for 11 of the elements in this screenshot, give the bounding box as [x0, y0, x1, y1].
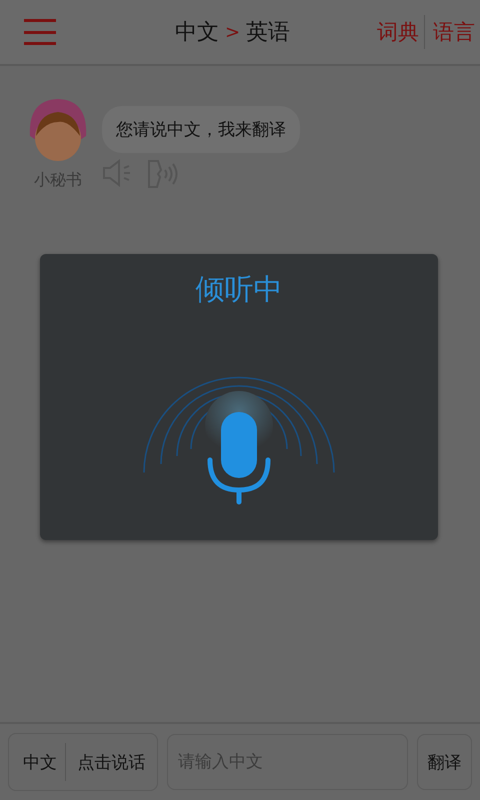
menu-button[interactable] — [24, 19, 56, 45]
dialog-title: 倾听中 — [196, 271, 282, 308]
direction-arrow: > — [224, 22, 240, 42]
target-language: 英语 — [246, 19, 290, 47]
header-action[interactable]: 词典 — [369, 15, 424, 49]
translate-button[interactable]: 翻译 — [416, 734, 472, 790]
header-action[interactable]: 语言 — [424, 15, 480, 49]
language-button[interactable]: 中文 — [9, 743, 66, 781]
source-language: 中文 — [174, 19, 219, 47]
message-bubble: 您请说中文，我来翻译 — [102, 106, 300, 153]
tap-to-speak-button[interactable]: 点击说话 — [66, 742, 157, 782]
